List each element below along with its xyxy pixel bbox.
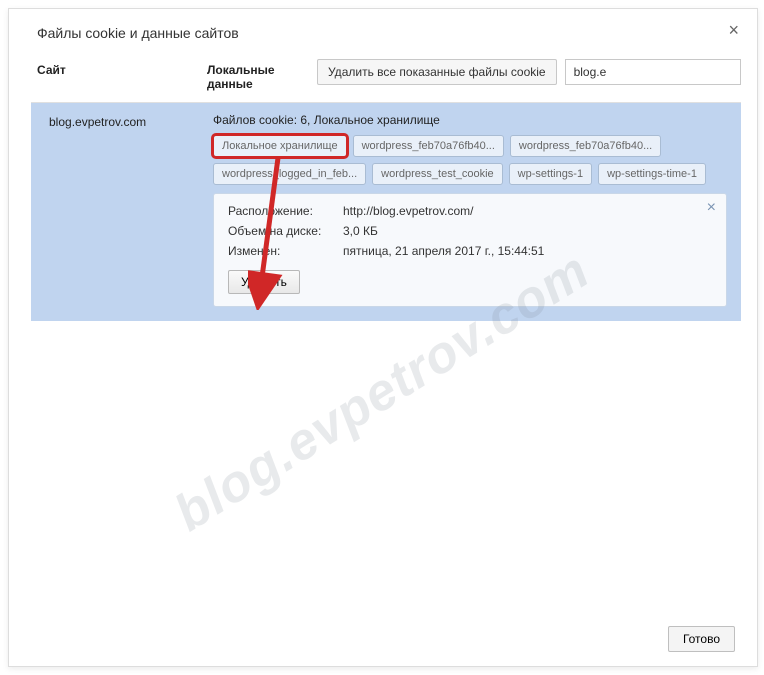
content-area: blog.evpetrov.com Файлов cookie: 6, Лока…: [31, 102, 741, 622]
cookie-chip[interactable]: Локальное хранилище: [213, 135, 347, 157]
column-header-local-data: Локальные данные: [207, 59, 317, 92]
cookie-chip[interactable]: wordpress_test_cookie: [372, 163, 503, 185]
cookie-detail-panel: × Расположение:http://blog.evpetrov.com/…: [213, 193, 727, 307]
header-actions: Удалить все показанные файлы cookie: [317, 59, 741, 85]
site-summary: Файлов cookie: 6, Локальное хранилище: [213, 113, 727, 127]
detail-value: 3,0 КБ: [343, 224, 712, 238]
detail-row: Расположение:http://blog.evpetrov.com/: [228, 204, 712, 218]
cookie-chip[interactable]: wordpress_feb70a76fb40...: [510, 135, 661, 157]
cookie-chip-list: Локальное хранилище wordpress_feb70a76fb4…: [213, 135, 727, 185]
delete-all-button[interactable]: Удалить все показанные файлы cookie: [317, 59, 557, 85]
dialog-footer: Готово: [668, 626, 735, 652]
site-data: Файлов cookie: 6, Локальное хранилище Ло…: [213, 113, 727, 307]
cookie-dialog: × Файлы cookie и данные сайтов Сайт Лока…: [8, 8, 758, 667]
search-input[interactable]: [565, 59, 741, 85]
detail-label: Объем на диске:: [228, 224, 343, 238]
column-header-site: Сайт: [37, 59, 207, 77]
site-row: blog.evpetrov.com Файлов cookie: 6, Лока…: [31, 103, 741, 321]
detail-close-icon[interactable]: ×: [707, 200, 716, 216]
detail-value: http://blog.evpetrov.com/: [343, 204, 712, 218]
done-button[interactable]: Готово: [668, 626, 735, 652]
detail-value: пятница, 21 апреля 2017 г., 15:44:51: [343, 244, 712, 258]
header-row: Сайт Локальные данные Удалить все показа…: [37, 59, 741, 92]
cookie-chip[interactable]: wordpress_logged_in_feb...: [213, 163, 366, 185]
close-icon[interactable]: ×: [728, 21, 739, 39]
cookie-chip[interactable]: wp-settings-time-1: [598, 163, 706, 185]
detail-label: Изменен:: [228, 244, 343, 258]
cookie-chip[interactable]: wordpress_feb70a76fb40...: [353, 135, 504, 157]
detail-row: Изменен:пятница, 21 апреля 2017 г., 15:4…: [228, 244, 712, 258]
dialog-title: Файлы cookie и данные сайтов: [37, 25, 741, 41]
detail-label: Расположение:: [228, 204, 343, 218]
delete-cookie-button[interactable]: Удалить: [228, 270, 300, 294]
site-domain[interactable]: blog.evpetrov.com: [49, 113, 213, 129]
detail-row: Объем на диске:3,0 КБ: [228, 224, 712, 238]
cookie-chip[interactable]: wp-settings-1: [509, 163, 592, 185]
